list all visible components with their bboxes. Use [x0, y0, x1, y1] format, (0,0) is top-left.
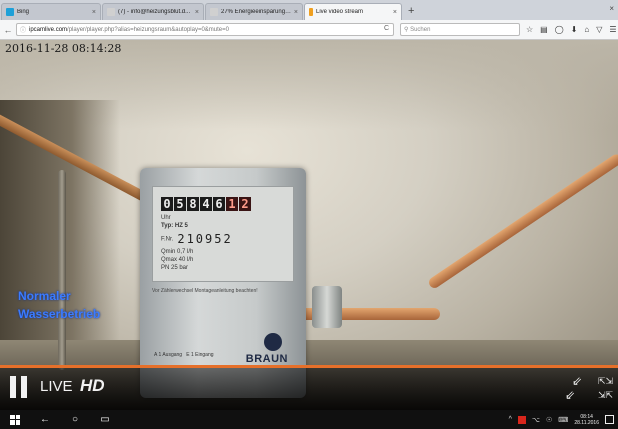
cortana-icon[interactable]: ○ — [60, 414, 90, 425]
tab-close-icon[interactable]: × — [393, 9, 397, 16]
odometer-digit: 1 — [226, 197, 238, 211]
odometer-digit: 0 — [161, 197, 173, 211]
tab-mail[interactable]: (7) - info@heizungsblut.d... × — [102, 3, 204, 20]
tab-live-video[interactable]: Live video stream × — [304, 3, 402, 20]
fullscreen-corners-icon[interactable]: ⇲⇱ — [598, 389, 613, 401]
reload-icon[interactable]: C — [384, 25, 389, 32]
meter-odometer: 0 5 8 4 6 1 2 — [161, 197, 251, 211]
home-icon[interactable]: ⌂ — [584, 25, 589, 34]
tab-close-icon[interactable]: × — [294, 9, 298, 16]
odometer-digit: 5 — [174, 197, 186, 211]
tab-label: Live video stream — [316, 9, 364, 15]
port-e: E 1 Eingang — [186, 352, 214, 358]
odometer-digit: 4 — [200, 197, 212, 211]
window-close-button[interactable]: × — [609, 4, 614, 13]
exit-pip-icon[interactable]: ⇙ — [572, 375, 582, 387]
browser-tab-strip: Bing × (7) - info@heizungsblut.d... × 27… — [0, 0, 618, 20]
pipe-fitting — [312, 286, 342, 328]
page-favicon-icon — [210, 8, 218, 16]
keyboard-icon[interactable]: ⌨ — [558, 416, 568, 424]
live-label: LIVE — [40, 378, 73, 395]
volume-icon[interactable]: ☉ — [546, 416, 552, 424]
url-host: ipcamlive.com — [29, 26, 68, 33]
meter-type: Typ: HZ 5 — [161, 223, 188, 229]
clock-date: 28.11.2016 — [574, 419, 599, 426]
pip-icon[interactable]: ⇙ — [565, 389, 575, 401]
notification-icon[interactable] — [605, 415, 614, 424]
meter-qmax: Qmax 40 l/h — [161, 257, 194, 263]
tab-energy[interactable]: 27% Energieeinsparung - Heiz... × — [205, 3, 303, 20]
port-a: A 1 Ausgang — [154, 352, 183, 358]
video-player[interactable]: 0 5 8 4 6 1 2 Uhr Typ: HZ 5 F.Nr. 210952 … — [0, 40, 618, 410]
search-input[interactable]: ⚲ Suchen — [400, 23, 520, 36]
tab-close-icon[interactable]: × — [92, 9, 96, 16]
braun-logo-icon — [264, 333, 282, 351]
status-overlay: Normaler Wasserbetrieb — [18, 287, 100, 323]
tab-label: Bing — [17, 9, 30, 15]
tab-bing[interactable]: Bing × — [1, 3, 101, 20]
pause-button[interactable] — [10, 376, 28, 398]
system-tray: ^ ⌥ ☉ ⌨ 08:14 28.11.2016 — [509, 410, 614, 429]
meter-pressure: PN 25 bar — [161, 265, 189, 271]
tab-label: 27% Energieeinsparung - Heiz... — [221, 9, 292, 15]
meter-unit: Uhr — [161, 215, 171, 221]
tab-close-icon[interactable]: × — [195, 9, 199, 16]
back-button[interactable]: ← — [0, 25, 16, 35]
navigation-bar: ← ⓘ ipcamlive.com /player/player.php?ali… — [0, 20, 618, 40]
odometer-digit: 8 — [187, 197, 199, 211]
new-tab-button[interactable]: + — [408, 4, 414, 18]
antivirus-icon[interactable] — [517, 415, 526, 424]
wifi-icon[interactable]: ⌥ — [532, 416, 540, 424]
back-arrow-icon[interactable]: ← — [30, 414, 60, 425]
copper-pipe-right — [426, 152, 618, 291]
meter-serial: F.Nr. 210952 — [161, 232, 233, 246]
bing-favicon-icon — [6, 8, 14, 16]
search-placeholder: Suchen — [410, 26, 431, 33]
meter-ports: A 1 Ausgang E 1 Eingang — [154, 352, 214, 358]
live-indicator-line — [0, 365, 618, 368]
site-info-icon[interactable]: ⓘ — [20, 25, 26, 34]
download-icon[interactable]: ⬇ — [571, 25, 578, 34]
chevron-up-icon[interactable]: ^ — [509, 416, 512, 423]
mail-favicon-icon — [107, 8, 115, 16]
pocket-icon[interactable]: ◯ — [555, 25, 564, 34]
toolbar-icons: ☆ ▤ ◯ ⬇ ⌂ ▽ ☰ — [526, 25, 617, 34]
status-line-2: Wasserbetrieb — [18, 307, 101, 321]
video-timestamp: 2016-11-28 08:14:28 — [5, 42, 122, 55]
taskbar-clock[interactable]: 08:14 28.11.2016 — [574, 414, 599, 426]
meter-qmin: Qmin 0,7 l/h — [161, 249, 194, 255]
task-view-icon[interactable]: ▭ — [90, 414, 120, 425]
status-line-1: Normaler — [18, 289, 71, 303]
serial-label: F.Nr. — [161, 236, 174, 243]
serial-value: 210952 — [177, 232, 233, 246]
url-bar[interactable]: ⓘ ipcamlive.com /player/player.php?alias… — [16, 23, 394, 36]
shield-icon[interactable]: ▽ — [596, 25, 602, 34]
stream-favicon-icon — [309, 8, 313, 16]
tab-label: (7) - info@heizungsblut.d... — [118, 9, 191, 15]
meter-face: 0 5 8 4 6 1 2 Uhr Typ: HZ 5 F.Nr. 210952 … — [152, 186, 294, 282]
meter-brand: BRAUN — [245, 353, 288, 365]
odometer-digit: 6 — [213, 197, 225, 211]
url-path: /player/player.php?alias=heizungsraum&au… — [67, 26, 229, 33]
fullscreen-icon[interactable]: ⇱⇲ — [598, 375, 613, 387]
odometer-digit: 2 — [239, 197, 251, 211]
star-icon[interactable]: ☆ — [526, 25, 533, 34]
water-meter: 0 5 8 4 6 1 2 Uhr Typ: HZ 5 F.Nr. 210952 … — [140, 168, 306, 398]
windows-taskbar: ← ○ ▭ ^ ⌥ ☉ ⌨ 08:14 28.11.2016 — [0, 410, 618, 429]
reading-list-icon[interactable]: ▤ — [540, 25, 548, 34]
metal-rod — [58, 170, 66, 370]
windows-start-icon[interactable] — [10, 414, 20, 425]
menu-icon[interactable]: ☰ — [609, 25, 616, 34]
hd-toggle[interactable]: HD — [80, 376, 105, 396]
